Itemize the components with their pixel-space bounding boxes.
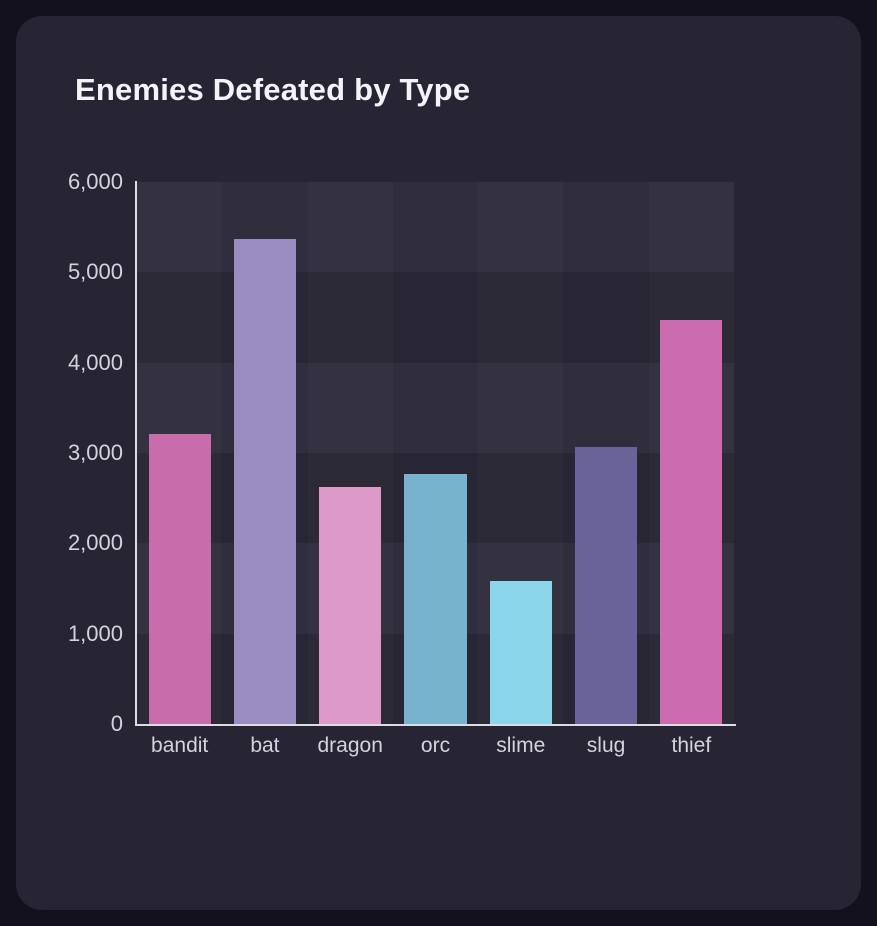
x-tick-label-bandit: bandit [151, 734, 209, 757]
background-band [137, 362, 734, 453]
bar-orc[interactable] [404, 473, 467, 724]
background-band [137, 272, 734, 363]
bar-slug[interactable] [574, 446, 638, 724]
bar-chart: 0 1,000 2,000 3,000 4,000 5,000 6,000 bandit ba… [16, 16, 861, 910]
bar-bandit[interactable] [148, 434, 211, 724]
bar-bat[interactable] [233, 238, 297, 724]
x-tick-label-dragon: dragon [317, 734, 383, 757]
y-tick-label: 5,000 [67, 259, 123, 285]
background-band [137, 182, 734, 273]
y-tick-label: 3,000 [67, 440, 123, 465]
y-axis-line [135, 181, 137, 726]
page-root: Enemies Defeated by Type 0 1,000 2,000 3,00… [0, 0, 877, 926]
bar-thief[interactable] [660, 320, 723, 724]
x-axis-tick-labels: bandit bat dragon orc slime slug thief [137, 734, 734, 768]
y-tick-label: 6,000 [67, 169, 123, 194]
y-tick-label: 1,000 [67, 620, 123, 646]
plot-area [137, 182, 734, 724]
y-tick-label: 0 [110, 711, 123, 736]
y-tick-label: 2,000 [67, 530, 123, 556]
x-tick-label-orc: orc [420, 734, 451, 757]
x-tick-label-bat: bat [250, 734, 280, 757]
x-axis-line [135, 724, 736, 726]
chart-card: Enemies Defeated by Type 0 1,000 2,000 3,00… [16, 16, 861, 910]
x-tick-label-thief: thief [671, 734, 712, 757]
y-axis-tick-labels: 0 1,000 2,000 3,000 4,000 5,000 6,000 [16, 169, 123, 736]
x-tick-label-slug: slug [586, 734, 626, 757]
x-tick-label-slime: slime [496, 734, 546, 757]
bar-dragon[interactable] [319, 487, 382, 724]
y-tick-label: 4,000 [67, 349, 123, 375]
bar-slime[interactable] [489, 581, 552, 724]
